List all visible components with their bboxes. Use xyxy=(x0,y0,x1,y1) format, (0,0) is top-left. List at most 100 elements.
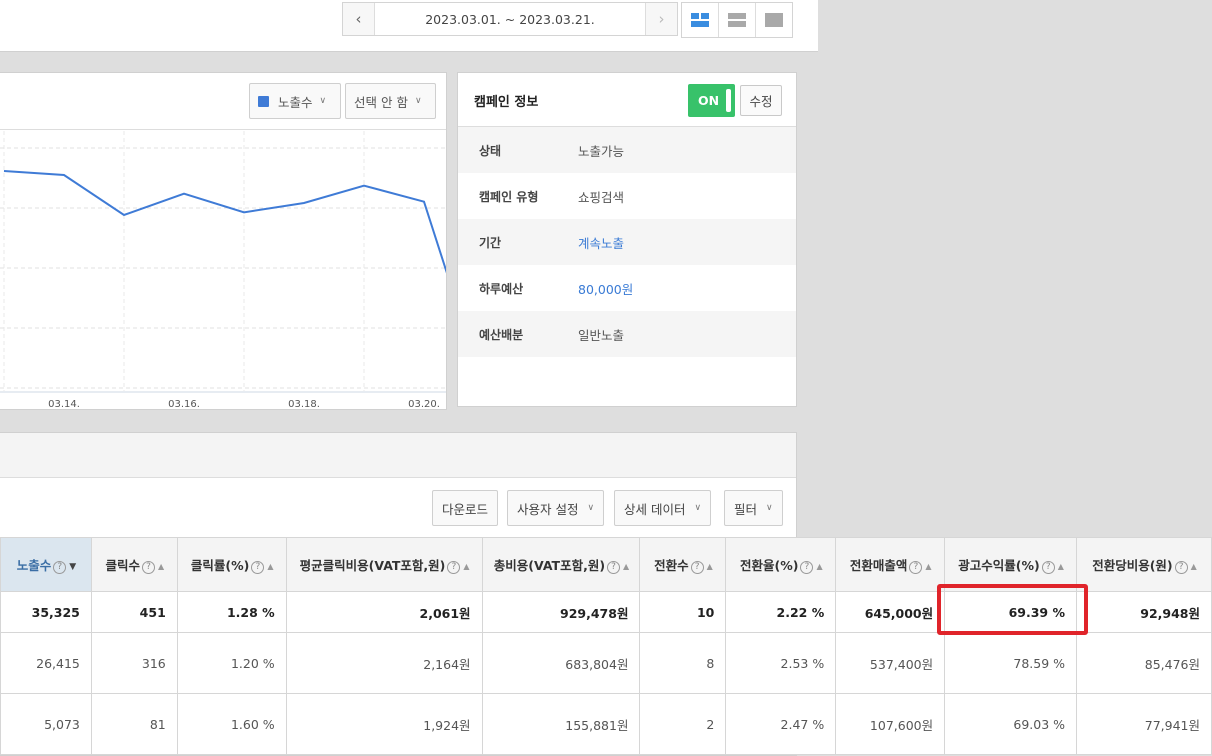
info-row-type: 캠페인 유형 쇼핑검색 xyxy=(458,173,796,219)
help-icon[interactable]: ? xyxy=(909,561,923,574)
user-settings-label: 사용자 설정 xyxy=(517,501,579,517)
info-row-status: 상태 노출가능 xyxy=(458,127,796,173)
sort-icon[interactable]: ▲ xyxy=(816,562,822,571)
col-header-conversions[interactable]: 전환수? ▲ xyxy=(639,537,727,592)
col-label: 총비용(VAT포함,원) xyxy=(493,558,606,573)
sort-desc-icon[interactable]: ▼ xyxy=(69,562,76,572)
chevron-left-icon[interactable]: ‹ xyxy=(343,3,375,35)
table-cell: 451 xyxy=(90,591,178,633)
period-link[interactable]: 계속노출 xyxy=(578,233,624,252)
user-settings-select[interactable]: 사용자 설정 ∨ xyxy=(507,490,605,526)
legend-swatch xyxy=(258,95,269,107)
help-icon[interactable]: ? xyxy=(142,561,155,574)
help-icon[interactable]: ? xyxy=(251,561,265,574)
filter-select[interactable]: 필터 ∨ xyxy=(724,490,783,526)
table-cell: 78.59 % xyxy=(944,632,1078,694)
col-header-avg-cpc[interactable]: 평균클릭비용(VAT포함,원)? ▲ xyxy=(285,537,483,592)
table-cell: 2,061원 xyxy=(285,591,483,633)
table-cell: 107,600원 xyxy=(835,693,946,755)
info-value: 쇼핑검색 xyxy=(578,189,625,205)
table-cell: 2.47 % xyxy=(725,693,837,755)
table-cell: 69.03 % xyxy=(944,693,1078,755)
highlight-annotation xyxy=(937,584,1088,635)
col-header-conversion-rate[interactable]: 전환율(%)? ▲ xyxy=(725,537,837,592)
table-cell: 26,415 xyxy=(0,632,92,694)
chevron-down-icon: ∨ xyxy=(587,503,595,513)
chevron-down-icon: ∨ xyxy=(319,96,327,106)
col-label: 클릭수 xyxy=(105,558,140,573)
help-icon[interactable]: ? xyxy=(1041,561,1055,574)
metric-select-label: 노출수 xyxy=(278,94,313,110)
line-chart-svg: 03.14. 03.16. 03.18. 03.20. xyxy=(0,131,485,410)
campaign-status-toggle[interactable]: ON xyxy=(688,84,735,117)
info-key: 캠페인 유형 xyxy=(479,189,539,204)
table-cell: 316 xyxy=(90,632,178,694)
metric-select[interactable]: 노출수 ∨ xyxy=(249,83,341,119)
detail-data-select[interactable]: 상세 데이터 ∨ xyxy=(614,490,712,526)
col-label: 평균클릭비용(VAT포함,원) xyxy=(299,558,446,573)
col-label: 광고수익률(%) xyxy=(958,558,1040,573)
table-cell: 155,881원 xyxy=(481,693,641,755)
col-header-clicks[interactable]: 클릭수? ▲ xyxy=(90,537,178,592)
rows-layout-icon[interactable] xyxy=(719,3,756,37)
help-icon[interactable]: ? xyxy=(607,561,621,574)
table-cell: 1,924원 xyxy=(285,693,483,755)
col-header-ctr[interactable]: 클릭률(%)? ▲ xyxy=(176,537,287,592)
col-label: 노출수 xyxy=(16,558,52,573)
single-layout-icon[interactable] xyxy=(756,3,792,37)
sort-icon[interactable]: ▲ xyxy=(707,562,713,571)
col-header-impressions[interactable]: 노출수? ▼ xyxy=(0,537,92,592)
x-tick-label: 03.18. xyxy=(288,399,320,409)
compare-select[interactable]: 선택 안 함 ∨ xyxy=(345,83,436,119)
table-cell: 2.53 % xyxy=(725,632,837,694)
col-header-total-cost[interactable]: 총비용(VAT포함,원)? ▲ xyxy=(481,537,641,592)
table-cell: 1.60 % xyxy=(176,693,287,755)
table-row: 26,415 316 1.20 % 2,164원 683,804원 8 2.53… xyxy=(0,632,1212,694)
x-tick-label: 03.16. xyxy=(168,399,200,409)
campaign-info-rows: 상태 노출가능 캠페인 유형 쇼핑검색 기간 계속노출 하루예산 80,000원… xyxy=(458,127,796,357)
chevron-down-icon: ∨ xyxy=(766,503,773,513)
sort-icon[interactable]: ▲ xyxy=(623,562,629,571)
table-cell: 645,000원 xyxy=(835,591,946,633)
col-header-cost-per-conversion[interactable]: 전환당비용(원)? ▲ xyxy=(1076,537,1212,592)
table-cell: 85,476원 xyxy=(1076,632,1212,694)
table-row: 5,073 81 1.60 % 1,924원 155,881원 2 2.47 %… xyxy=(0,693,1212,755)
table-cell: 2 xyxy=(639,693,727,755)
help-icon[interactable]: ? xyxy=(1174,561,1188,574)
sort-icon[interactable]: ▲ xyxy=(158,562,164,571)
sort-icon[interactable]: ▲ xyxy=(925,562,931,571)
help-icon[interactable]: ? xyxy=(53,561,67,574)
campaign-info-panel: 캠페인 정보 ON 수정 상태 노출가능 캠페인 유형 쇼핑검색 기간 계속노출… xyxy=(457,72,797,407)
date-range-label[interactable]: 2023.03.01. ~ 2023.03.21. xyxy=(375,3,645,35)
table-cell: 10 xyxy=(639,591,727,633)
info-key: 기간 xyxy=(479,235,502,250)
detail-data-label: 상세 데이터 xyxy=(624,501,686,517)
info-value: 일반노출 xyxy=(578,327,625,343)
download-button[interactable]: 다운로드 xyxy=(432,490,499,526)
chevron-down-icon: ∨ xyxy=(414,96,422,106)
sort-icon[interactable]: ▲ xyxy=(1058,562,1064,571)
info-row-period: 기간 계속노출 xyxy=(458,219,796,265)
x-tick-label: 03.20. xyxy=(408,399,440,409)
info-row-budget-distribution: 예산배분 일반노출 xyxy=(458,311,796,357)
table-cell: 2,164원 xyxy=(285,632,483,694)
chevron-right-icon[interactable]: › xyxy=(645,3,677,35)
table-cell: 1.28 % xyxy=(176,591,287,633)
edit-button[interactable]: 수정 xyxy=(740,85,782,116)
info-key: 예산배분 xyxy=(479,327,524,342)
help-icon[interactable]: ? xyxy=(690,561,704,574)
daily-budget-link[interactable]: 80,000원 xyxy=(578,279,633,298)
table-cell: 81 xyxy=(90,693,178,755)
table-cell: 8 xyxy=(639,632,727,694)
grid-layout-icon[interactable] xyxy=(682,3,719,37)
sort-icon[interactable]: ▲ xyxy=(1191,562,1197,571)
table-cell: 929,478원 xyxy=(481,591,641,633)
sort-icon[interactable]: ▲ xyxy=(267,562,273,571)
chart-header: 노출수 ∨ 선택 안 함 ∨ xyxy=(0,73,446,130)
table-cell: 683,804원 xyxy=(481,632,641,694)
table-cell: 2.22 % xyxy=(725,591,837,633)
sort-icon[interactable]: ▲ xyxy=(463,562,469,571)
col-header-conversion-revenue[interactable]: 전환매출액? ▲ xyxy=(835,537,946,592)
help-icon[interactable]: ? xyxy=(447,561,461,574)
help-icon[interactable]: ? xyxy=(800,561,814,574)
